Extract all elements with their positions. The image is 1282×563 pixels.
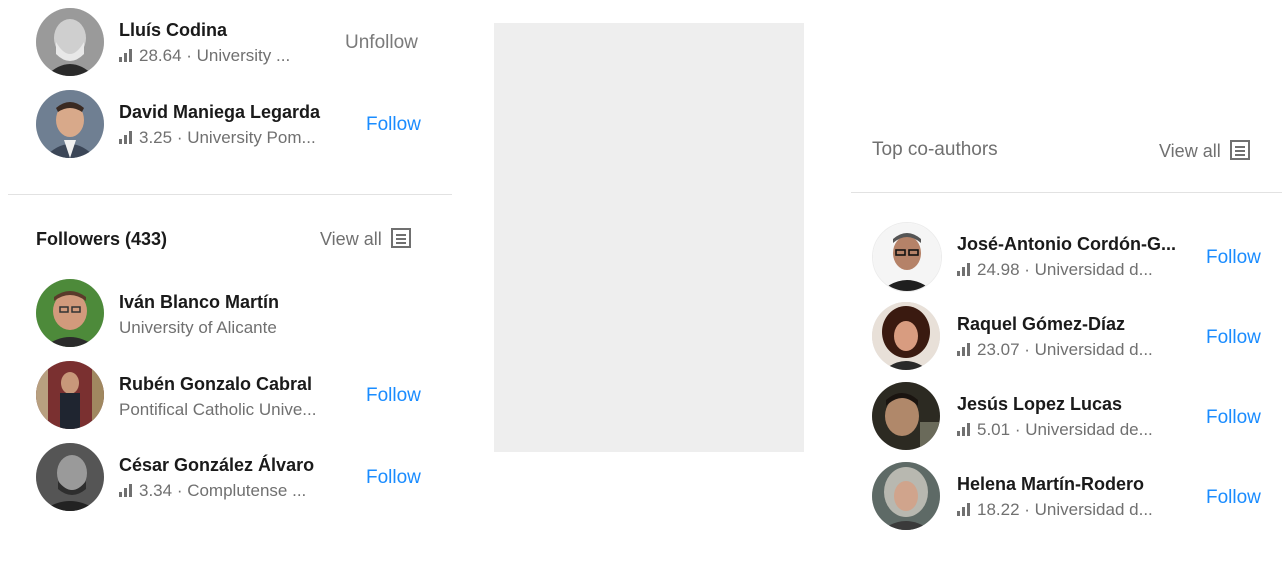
list-icon [1229, 140, 1250, 160]
bar-chart-icon [957, 343, 970, 356]
person-subtitle: 3.25 · University Pom... [119, 127, 316, 149]
divider [8, 194, 452, 195]
score-value: 23.07 [977, 340, 1020, 359]
avatar[interactable] [872, 382, 940, 450]
bar-chart-icon [957, 503, 970, 516]
following-item[interactable]: David Maniega Legarda 3.25 · University … [36, 90, 436, 160]
avatar[interactable] [872, 462, 940, 530]
follow-button[interactable]: Follow [1206, 327, 1261, 349]
affiliation: University Pom... [187, 128, 316, 147]
view-all-label: View all [1159, 141, 1221, 161]
coauthor-item[interactable]: José-Antonio Cordón-G... 24.98 · Univers… [872, 222, 1282, 292]
follow-button[interactable]: Follow [1206, 487, 1261, 509]
right-column: Top co-authors View all José-Antonio Cor… [851, 0, 1282, 563]
bar-chart-icon [957, 263, 970, 276]
person-name[interactable]: Helena Martín-Rodero [957, 473, 1144, 495]
affiliation: Universidad d... [1034, 340, 1153, 359]
coauthor-item[interactable]: Helena Martín-Rodero 18.22 · Universidad… [872, 462, 1282, 532]
coauthor-item[interactable]: Raquel Gómez-Díaz 23.07 · Universidad d.… [872, 302, 1282, 372]
avatar[interactable] [36, 90, 104, 158]
follower-item[interactable]: Rubén Gonzalo Cabral Pontifical Catholic… [36, 361, 436, 431]
image-placeholder [494, 23, 804, 452]
affiliation: Universidad d... [1034, 500, 1153, 519]
person-subtitle: 5.01 · Universidad de... [957, 419, 1153, 441]
follow-button[interactable]: Follow [1206, 407, 1261, 429]
person-name[interactable]: Rubén Gonzalo Cabral [119, 373, 312, 395]
follow-button[interactable]: Follow [366, 467, 421, 489]
list-icon [390, 228, 411, 248]
followers-title: Followers (433) [36, 229, 168, 249]
score-value: 18.22 [977, 500, 1020, 519]
bar-chart-icon [119, 131, 132, 144]
avatar[interactable] [872, 222, 942, 292]
person-name[interactable]: César González Álvaro [119, 454, 314, 476]
left-column: Lluís Codina 28.64 · University ... Unfo… [0, 0, 452, 563]
coauthors-view-all-button[interactable]: View all [1159, 139, 1251, 162]
follow-button[interactable]: Follow [366, 385, 421, 407]
affiliation: Complutense ... [187, 481, 307, 500]
coauthors-title: Top co-authors [872, 139, 998, 160]
person-subtitle: 24.98 · Universidad d... [957, 259, 1153, 281]
score-value: 28.64 [139, 46, 182, 65]
person-name[interactable]: José-Antonio Cordón-G... [957, 233, 1176, 255]
view-all-label: View all [320, 229, 382, 249]
bar-chart-icon [119, 484, 132, 497]
person-subtitle: 18.22 · Universidad d... [957, 499, 1153, 521]
person-name[interactable]: Lluís Codina [119, 19, 227, 41]
person-subtitle: 23.07 · Universidad d... [957, 339, 1153, 361]
score-value: 3.25 [139, 128, 173, 147]
person-name[interactable]: Iván Blanco Martín [119, 291, 279, 313]
affiliation: Universidad de... [1025, 420, 1153, 439]
person-subtitle: 28.64 · University ... [119, 45, 290, 67]
coauthor-item[interactable]: Jesús Lopez Lucas 5.01 · Universidad de.… [872, 382, 1282, 452]
avatar[interactable] [872, 302, 940, 370]
unfollow-button[interactable]: Unfollow [345, 32, 418, 54]
affiliation: University of Alicante [119, 318, 277, 337]
score-value: 24.98 [977, 260, 1020, 279]
person-name[interactable]: David Maniega Legarda [119, 101, 320, 123]
person-subtitle: 3.34 · Complutense ... [119, 480, 306, 502]
following-item[interactable]: Lluís Codina 28.64 · University ... Unfo… [36, 8, 436, 78]
follow-button[interactable]: Follow [366, 114, 421, 136]
avatar[interactable] [36, 443, 104, 511]
avatar[interactable] [36, 279, 104, 347]
follow-button[interactable]: Follow [1206, 247, 1261, 269]
person-name[interactable]: Raquel Gómez-Díaz [957, 313, 1125, 335]
avatar[interactable] [36, 361, 104, 429]
bar-chart-icon [957, 423, 970, 436]
bar-chart-icon [119, 49, 132, 62]
score-value: 3.34 [139, 481, 173, 500]
score-value: 5.01 [977, 420, 1011, 439]
follower-item[interactable]: Iván Blanco Martín University of Alicant… [36, 279, 436, 349]
affiliation: Pontifical Catholic Unive... [119, 400, 317, 419]
person-name[interactable]: Jesús Lopez Lucas [957, 393, 1122, 415]
affiliation: University ... [196, 46, 291, 65]
divider [851, 192, 1282, 193]
followers-view-all-button[interactable]: View all [320, 227, 412, 250]
avatar[interactable] [36, 8, 104, 76]
affiliation: Universidad d... [1034, 260, 1153, 279]
follower-item[interactable]: César González Álvaro 3.34 · Complutense… [36, 443, 436, 513]
